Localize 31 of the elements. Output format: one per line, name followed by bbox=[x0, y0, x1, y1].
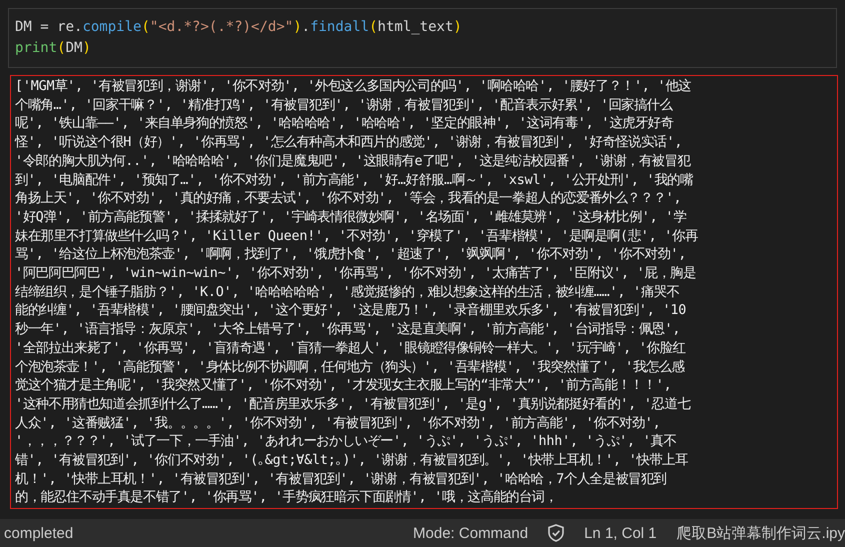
output-line: 角扬上天', '你不对劲', '真的好痛，不要去试', '你不对劲', '等会，我看的是一拳超人的恋爱番外么？？？', bbox=[15, 190, 682, 208]
output-line: '这种不用猜也知道会抓到什么了……', '配音房里欢乐多', '有被冒犯到', '是g', '真别说都挺好看的', '忍道七 bbox=[15, 396, 692, 414]
code-line: DM = re.compile("<d.*?>(.*?)</d>").findall(html_text) bbox=[15, 18, 463, 37]
output-line: '，，，？？？', '试了一下，一手油', 'あれれーおかしいぞー', 'うぷ', 'うぷ', 'hhh', 'うぷ', '真不 bbox=[15, 433, 678, 452]
output-line: 机！', '快带上耳机！', '有被冒犯到', '有被冒犯到', '谢谢，有被冒犯到', '哈哈哈，7个人全是被冒犯到 bbox=[15, 470, 668, 489]
output-line: '阿巴阿巴阿巴', 'win~win~win~', '你不对劲', '你再骂', '你不对劲', '太痛苦了', '臣附议', '屁，胸是 bbox=[15, 265, 697, 284]
output-line: 觉这个猫才是主角呢', '我突然又懂了', '你不对劲', '才发现女主衣服上写的“非常大”', '前方高能！！！', bbox=[15, 377, 672, 396]
output-line: '好Q弹', '前方高能预警', '揉揉就好了', '宇崎表情很微妙啊', '名场面', '雌雄莫辨', '这身材比例', '学 bbox=[15, 208, 688, 227]
output-line: 能的纠缠', '吾辈楷模', '腰间盘突出', '这个更好', '这是鹿乃！', '录音棚里欢乐多', '有被冒犯到', '10 bbox=[15, 302, 688, 320]
cursor-position[interactable]: Ln 1, Col 1 bbox=[584, 524, 657, 542]
output-line: 骂', '给这位上杯泡泡茶壶', '啊啊，找到了', '饿虎扑食', '超速了', '飒飒啊', '你不对劲', '你不对劲', bbox=[15, 246, 688, 264]
output-line: 个嘴角…', '回家干嘛？', '精准打鸡', '有被冒犯到', '谢谢，有被冒犯到', '配音表示好累', '回家搞什么 bbox=[15, 96, 674, 115]
code-cell[interactable]: DM = re.compile("<d.*?>(.*?)</d>").findall(html_text) print(DM) bbox=[8, 8, 837, 68]
mode-indicator[interactable]: Mode: Command bbox=[413, 524, 528, 542]
shield-icon[interactable] bbox=[548, 524, 564, 542]
output-line: 个泡泡茶壶！', '高能预警', '身体比例不协调啊，任何地方（狗头）', '吾辈楷模', '我突然懂了', '我怎么感 bbox=[15, 358, 686, 377]
output-line: 人众', '这番贼猛', '我。。。。', '你不对劲', '有被冒犯到', '你不对劲', '前方高能', '你不对劲', bbox=[15, 414, 662, 433]
output-line: '令郎的胸大肌为何..', '哈哈哈哈', '你们是魔鬼吧', '这眼睛有e了吧', '这是纯洁校园番', '谢谢，有被冒犯 bbox=[15, 152, 692, 171]
output-line: 秒一年', '语言指导：灰原京', '大爷上错号了', '你再骂', '这是直美啊', '前方高能', '台词指导：佩恩', bbox=[15, 321, 682, 340]
code-line: print(DM) bbox=[15, 39, 92, 58]
output-line: 怪', '听说这个很H（好）', '你再骂', '怎么有种高木和西片的感觉', '谢谢，有被冒犯到', '好奇怪说实话', bbox=[15, 134, 684, 152]
output-line: 的，能忍住不动手真是不错了', '你再骂', '手势疯狂暗示下面剧情', '哦，这高能的台词， bbox=[15, 489, 558, 508]
file-name: 爬取B站弹幕制作词云.ipy bbox=[676, 524, 845, 542]
output-line: 错', '有被冒犯到', '你们不对劲', '(｡&gt;∀&lt;｡)', '谢谢，有被冒犯到。', '快带上耳机！', '快带上耳 bbox=[15, 452, 689, 470]
kernel-status: completed bbox=[4, 524, 74, 542]
output-line: 结缔组织，是个锤子脂肪？', 'K.O', '哈哈哈哈哈', '感觉挺惨的，难以想象这样的生活，被纠缠……', '痛哭不 bbox=[15, 284, 680, 302]
output-line: ['MGM草', '有被冒犯到，谢谢', '你不对劲', '外包这么多国内公司的吗', '啊哈哈哈', '腰好了？！', '他这 bbox=[15, 78, 692, 96]
output-line: '全部拉出来毙了', '你再骂', '盲猜奇遇', '盲猜一拳超人', '眼镜瞪得像铜铃一样大。', '玩宇崎', '你脸红 bbox=[15, 340, 686, 358]
output-line: 妹在那里不打算做些什么吗？', 'Killer Queen!', '不对劲', '穿模了', '吾辈楷模', '是啊是啊(悲', '你再 bbox=[15, 228, 699, 246]
output-line: 呢', '铁山靠——', '来自单身狗的愤怒', '哈哈哈哈', '哈哈哈', '坚定的眼神', '这词有毒', '这虎牙好奇 bbox=[15, 115, 674, 134]
output-line: 到', '电脑配件', '预知了…', '你不对劲', '前方高能', '好…好舒服…啊～', 'xswl', '公开处刑', '我的嘴 bbox=[15, 172, 694, 190]
